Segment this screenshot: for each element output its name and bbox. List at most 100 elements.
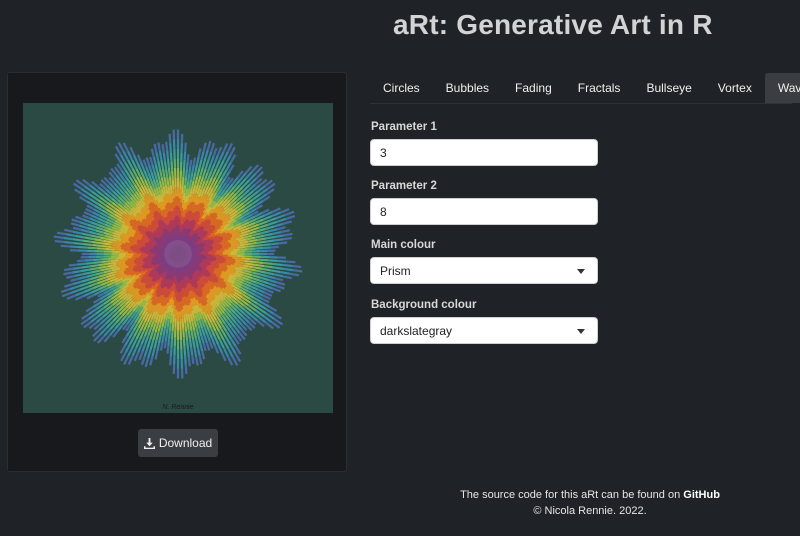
art-spoke-segment bbox=[160, 177, 165, 187]
art-spoke-segment bbox=[72, 280, 83, 286]
art-spoke-segment bbox=[165, 141, 169, 151]
tab-circles[interactable]: Circles bbox=[370, 73, 433, 103]
art-spoke-segment bbox=[78, 275, 88, 280]
art-spoke-segment bbox=[95, 229, 105, 234]
art-spoke-segment bbox=[255, 234, 265, 239]
art-spoke-segment bbox=[291, 264, 302, 269]
art-spoke-segment bbox=[69, 245, 79, 249]
art-spoke-segment bbox=[231, 356, 239, 366]
art-spoke-segment bbox=[150, 172, 155, 181]
art-spoke-segment bbox=[228, 246, 237, 250]
art-spoke-segment bbox=[63, 236, 74, 241]
art-spoke-segment bbox=[162, 152, 167, 162]
art-spoke-segment bbox=[170, 330, 174, 340]
art-spoke-segment bbox=[116, 260, 126, 264]
art-spoke-segment bbox=[266, 275, 276, 280]
art-spoke-segment bbox=[212, 147, 218, 157]
art-spoke-segment bbox=[286, 260, 296, 264]
art-spoke-segment bbox=[155, 330, 160, 340]
art-spoke-segment bbox=[187, 329, 191, 339]
art-spoke-segment bbox=[119, 258, 128, 262]
art-spoke-segment bbox=[89, 217, 98, 223]
parameter-1-input[interactable]: 3 bbox=[370, 139, 598, 166]
art-spoke-segment bbox=[133, 352, 140, 362]
art-spoke-segment bbox=[79, 221, 89, 226]
art-spoke-segment bbox=[189, 159, 193, 168]
art-spoke-segment bbox=[183, 346, 187, 356]
art-spoke-segment bbox=[210, 142, 216, 152]
background-colour-select[interactable]: darkslategray bbox=[370, 317, 598, 344]
art-spoke-segment bbox=[262, 294, 271, 301]
art-spoke-segment bbox=[272, 207, 281, 213]
art-spoke-segment bbox=[107, 263, 117, 268]
main-colour-value: Prism bbox=[380, 263, 411, 278]
art-spoke-segment bbox=[261, 267, 272, 272]
art-spoke-segment bbox=[172, 189, 176, 199]
art-spoke-segment bbox=[205, 342, 211, 351]
art-spoke-segment bbox=[143, 347, 149, 357]
main-colour-select[interactable]: Prism bbox=[370, 257, 598, 284]
art-spoke-segment bbox=[184, 322, 188, 332]
art-spoke-segment bbox=[149, 156, 154, 165]
art-spoke-segment bbox=[69, 285, 80, 291]
art-panel: N. Rennie Download bbox=[7, 72, 347, 472]
art-spoke-segment bbox=[165, 326, 169, 334]
art-spoke-segment bbox=[75, 234, 86, 239]
art-spoke-segment bbox=[171, 322, 175, 332]
art-spoke-segment bbox=[270, 245, 279, 249]
art-spoke-segment bbox=[274, 238, 284, 242]
art-spoke-segment bbox=[139, 162, 146, 171]
download-button[interactable]: Download bbox=[138, 429, 218, 457]
art-spoke-segment bbox=[179, 290, 183, 301]
art-spoke-segment bbox=[232, 256, 242, 260]
art-spoke-segment bbox=[91, 240, 102, 245]
art-spoke-segment bbox=[100, 267, 110, 272]
tab-bubbles[interactable]: Bubbles bbox=[433, 73, 502, 103]
tab-vortex[interactable]: Vortex bbox=[705, 73, 765, 103]
art-spoke-segment bbox=[168, 330, 172, 339]
art-spoke-segment bbox=[190, 330, 195, 340]
tab-fractals[interactable]: Fractals bbox=[565, 73, 634, 103]
art-spoke-segment bbox=[110, 259, 120, 263]
art-spoke-segment bbox=[260, 230, 270, 235]
tab-fading[interactable]: Fading bbox=[502, 73, 565, 103]
art-spoke-segment bbox=[255, 246, 264, 250]
art-spoke-segment bbox=[265, 288, 274, 294]
art-core bbox=[164, 240, 192, 268]
tab-divider bbox=[370, 103, 792, 104]
art-spoke-segment bbox=[192, 157, 197, 166]
art-spoke-segment bbox=[256, 227, 266, 233]
art-spoke-segment bbox=[157, 334, 162, 344]
art-spoke-segment bbox=[77, 262, 86, 266]
art-spoke-segment bbox=[186, 154, 190, 163]
github-link[interactable]: GitHub bbox=[683, 489, 720, 501]
art-spoke-segment bbox=[87, 246, 97, 250]
art-spoke-segment bbox=[271, 211, 281, 218]
art-spoke-segment bbox=[184, 195, 188, 204]
art-spoke-segment bbox=[168, 322, 172, 331]
art-spoke-segment bbox=[194, 338, 199, 348]
art-spoke-segment bbox=[64, 228, 74, 233]
art-spoke-segment bbox=[114, 248, 124, 252]
art-spoke-segment bbox=[148, 164, 153, 173]
art-spoke-segment bbox=[151, 164, 156, 173]
art-spoke-segment bbox=[92, 243, 103, 248]
art-spoke-segment bbox=[187, 357, 191, 367]
parameter-2-input[interactable]: 8 bbox=[370, 198, 598, 225]
tab-waves[interactable]: Waves bbox=[764, 73, 800, 103]
art-spoke-segment bbox=[195, 156, 200, 165]
art-spoke-segment bbox=[83, 291, 92, 298]
art-spoke-segment bbox=[182, 168, 186, 178]
tab-bullseye[interactable]: Bullseye bbox=[633, 73, 704, 103]
art-spoke-segment bbox=[282, 267, 293, 272]
art-spoke-segment bbox=[78, 245, 88, 249]
art-spoke-segment bbox=[68, 263, 78, 267]
art-spoke-segment bbox=[213, 345, 220, 354]
art-spoke-segment bbox=[181, 297, 185, 306]
art-spoke-segment bbox=[84, 236, 95, 241]
art-spoke-segment bbox=[201, 327, 206, 336]
art-spoke-segment bbox=[146, 338, 152, 349]
chevron-down-icon bbox=[577, 329, 585, 334]
art-spoke-segment bbox=[144, 335, 150, 344]
art-spoke-segment bbox=[110, 243, 121, 248]
